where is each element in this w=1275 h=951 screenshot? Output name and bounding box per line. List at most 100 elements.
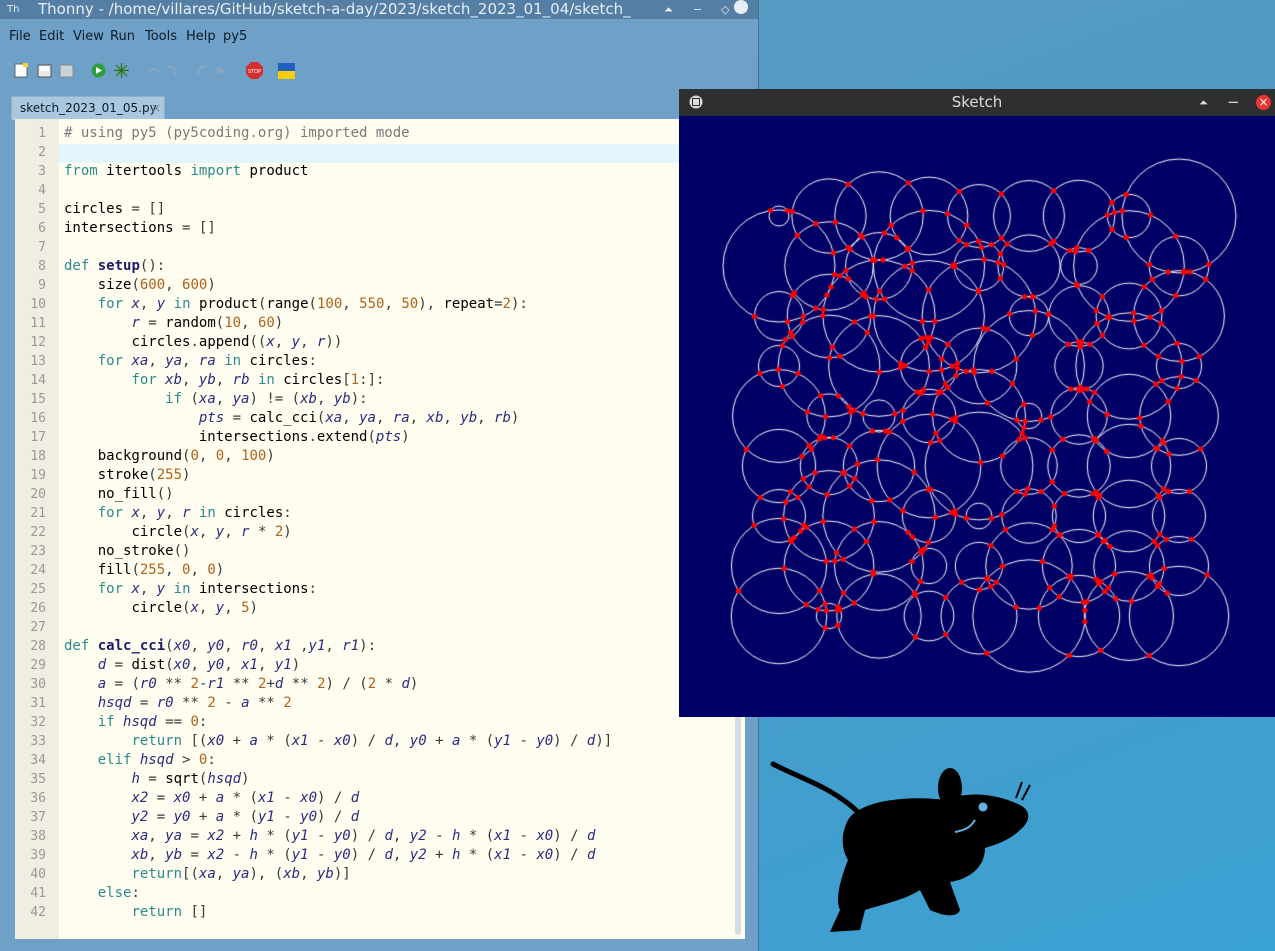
line-number: 40 (30, 867, 46, 882)
keep-above-icon[interactable]: ⏶ (664, 0, 673, 19)
code-line[interactable]: intersections.extend(pts) (64, 429, 410, 445)
code-line[interactable]: r = random(10, 60) (64, 315, 283, 331)
code-line[interactable]: circles = [] (64, 201, 165, 217)
menu-py5[interactable]: py5 (223, 29, 247, 44)
line-number: 29 (30, 658, 46, 673)
code-line[interactable]: no_fill() (64, 486, 174, 502)
line-number: 17 (30, 430, 46, 445)
maximize-icon[interactable]: ◇ (721, 0, 729, 19)
code-line[interactable]: a = (r0 ** 2-r1 ** 2+d ** 2) / (2 * d) (64, 676, 419, 692)
line-number: 14 (30, 373, 46, 388)
new-file-icon[interactable] (14, 63, 29, 78)
menu-view[interactable]: View (73, 29, 104, 44)
thonny-app-icon: Th (7, 4, 20, 15)
line-number: 35 (30, 772, 46, 787)
code-line[interactable]: x2 = x0 + a * (x1 - x0) / d (64, 790, 359, 806)
stop-icon[interactable]: STOP (246, 62, 263, 79)
code-line[interactable]: for xb, yb, rb in circles[1:]: (64, 372, 384, 388)
line-number: 5 (38, 202, 46, 217)
code-line[interactable]: stroke(255) (64, 467, 191, 483)
line-number: 23 (30, 544, 46, 559)
current-line-highlight (59, 144, 745, 163)
menu-tools[interactable]: Tools (145, 29, 177, 44)
code-line[interactable]: return[(xa, ya), (xb, yb)] (64, 866, 350, 882)
minimize-icon[interactable]: − (1227, 89, 1240, 116)
keep-above-icon[interactable]: ⏶ (1199, 89, 1208, 116)
line-number: 28 (30, 639, 46, 654)
code-line[interactable]: no_stroke() (64, 543, 191, 559)
sketch-titlebar[interactable]: Sketch ⏶ − × (679, 89, 1275, 116)
menu-edit[interactable]: Edit (39, 29, 64, 44)
line-number: 39 (30, 848, 46, 863)
code-line[interactable]: intersections = [] (64, 220, 216, 236)
sketch-window: Sketch ⏶ − × (679, 89, 1275, 717)
debug-icon[interactable] (114, 63, 129, 78)
step-out-icon[interactable] (193, 63, 208, 78)
open-file-icon[interactable] (37, 63, 52, 78)
sketch-canvas[interactable] (679, 116, 1275, 717)
line-number: 24 (30, 563, 46, 578)
code-line[interactable]: y2 = y0 + a * (y1 - y0) / d (64, 809, 359, 825)
line-number: 3 (38, 164, 46, 179)
menu-run[interactable]: Run (110, 29, 135, 44)
code-line[interactable]: fill(255, 0, 0) (64, 562, 225, 578)
menu-file[interactable]: File (9, 29, 31, 44)
code-line[interactable]: xa, ya = x2 + h * (y1 - y0) / d, y2 - h … (64, 828, 595, 844)
save-icon[interactable] (59, 63, 74, 78)
ukraine-flag-icon[interactable] (278, 63, 295, 79)
toolbar: STOP (0, 55, 758, 85)
resume-icon[interactable] (214, 63, 229, 78)
code-line[interactable]: hsqd = r0 ** 2 - a ** 2 (64, 695, 292, 711)
close-icon[interactable]: × (734, 0, 748, 14)
code-line[interactable]: background(0, 0, 100) (64, 448, 275, 464)
line-number: 7 (38, 240, 46, 255)
close-icon[interactable]: × (1256, 95, 1271, 110)
line-number: 21 (30, 506, 46, 521)
code-line[interactable]: h = sqrt(hsqd) (64, 771, 249, 787)
code-line[interactable]: # using py5 (py5coding.org) imported mod… (64, 125, 410, 141)
code-line[interactable]: for x, y in intersections: (64, 581, 317, 597)
line-number: 8 (38, 259, 46, 274)
code-line[interactable]: return [(x0 + a * (x1 - x0) / d, y0 + a … (64, 733, 612, 749)
menubar: File Edit View Run Tools Help py5 (0, 19, 758, 55)
tab-close-icon[interactable]: × (151, 101, 161, 115)
tab-sketch-file[interactable]: sketch_2023_01_05.py × (11, 96, 165, 120)
line-number: 18 (30, 449, 46, 464)
code-line[interactable]: for x, y in product(range(100, 550, 50),… (64, 296, 528, 312)
code-line[interactable]: d = dist(x0, y0, x1, y1) (64, 657, 300, 673)
line-number: 15 (30, 392, 46, 407)
menu-help[interactable]: Help (186, 29, 216, 44)
code-line[interactable]: circle(x, y, 5) (64, 600, 258, 616)
line-number: 19 (30, 468, 46, 483)
line-number: 10 (30, 297, 46, 312)
minimize-icon[interactable]: − (693, 0, 702, 19)
line-number: 26 (30, 601, 46, 616)
run-icon[interactable] (91, 63, 106, 78)
line-number: 36 (30, 791, 46, 806)
code-line[interactable]: else: (64, 885, 140, 901)
line-number: 32 (30, 715, 46, 730)
code-line[interactable]: for x, y, r in circles: (64, 505, 292, 521)
line-number: 9 (38, 278, 46, 293)
code-line[interactable]: def setup(): (64, 258, 165, 274)
code-line[interactable]: if (xa, ya) != (xb, yb): (64, 391, 367, 407)
line-number: 2 (38, 145, 46, 160)
code-line[interactable]: circles.append((x, y, r)) (64, 334, 342, 350)
step-into-icon[interactable] (166, 63, 181, 78)
code-line[interactable]: size(600, 600) (64, 277, 216, 293)
code-line[interactable]: from itertools import product (64, 163, 308, 179)
code-line[interactable]: for xa, ya, ra in circles: (64, 353, 317, 369)
step-over-icon[interactable] (146, 63, 161, 78)
code-line[interactable]: if hsqd == 0: (64, 714, 208, 730)
code-line[interactable]: def calc_cci(x0, y0, r0, x1 ,y1, r1): (64, 638, 376, 654)
code-line[interactable]: pts = calc_cci(xa, ya, ra, xb, yb, rb) (64, 410, 519, 426)
window-title: Thonny - /home/villares/GitHub/sketch-a-… (38, 0, 631, 18)
code-line[interactable]: xb, yb = x2 - h * (y1 - y0) / d, y2 + h … (64, 847, 595, 863)
line-number-gutter: 1 2 3 4 5 6 7 8 9 10 11 12 13 14 15 16 17 18 19 20 21 22 23 24 2… (15, 119, 59, 939)
code-line[interactable]: return [] (64, 904, 207, 920)
thonny-window: Th Thonny - /home/villares/GitHub/sketch… (0, 0, 759, 951)
code-line[interactable]: circle(x, y, r * 2) (64, 524, 291, 540)
code-editor[interactable]: 1 2 3 4 5 6 7 8 9 10 11 12 13 14 15 16 17 18 19 20 21 22 23 24 2… (15, 119, 745, 939)
thonny-titlebar[interactable]: Th Thonny - /home/villares/GitHub/sketch… (0, 0, 758, 19)
code-line[interactable]: elif hsqd > 0: (64, 752, 216, 768)
